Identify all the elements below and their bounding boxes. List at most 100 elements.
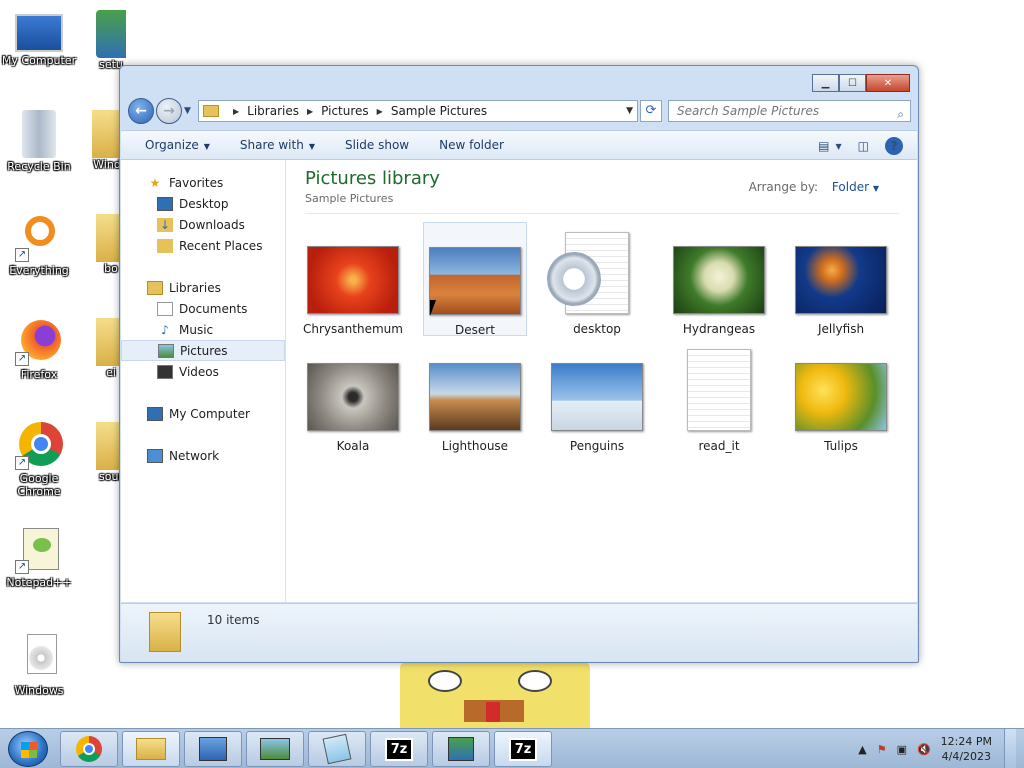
desktop-icon-recycle-bin[interactable]: Recycle Bin: [0, 110, 78, 173]
desktop-icon-firefox[interactable]: ↗ Firefox: [0, 318, 78, 381]
nav-downloads[interactable]: ↓ Downloads: [121, 214, 285, 235]
refresh-button[interactable]: ⟳: [640, 100, 662, 122]
file-item-koala[interactable]: Koala: [301, 339, 405, 453]
content-pane: Pictures library Sample Pictures Arrange…: [287, 160, 917, 602]
shortcut-arrow-icon: ↗: [15, 248, 29, 262]
preview-pane-icon[interactable]: ◫: [858, 139, 869, 153]
taskbar: 7z 7z ▲ ⚑ ▣ 🔇 12:24 PM 4/4/2023: [0, 728, 1024, 768]
breadcrumb-sample-pictures[interactable]: Sample Pictures: [391, 104, 487, 118]
taskbar-photo-viewer[interactable]: [246, 731, 304, 767]
nav-label: Music: [179, 322, 214, 337]
nav-music[interactable]: ♪ Music: [121, 319, 285, 340]
organize-button[interactable]: Organize ▼: [145, 138, 210, 152]
nav-pictures[interactable]: Pictures: [121, 340, 285, 361]
chevron-right-icon[interactable]: ▶: [233, 107, 239, 116]
nav-recent-places[interactable]: Recent Places: [121, 235, 285, 256]
desktop-icon-everything[interactable]: ↗ Everything: [0, 214, 78, 277]
chevron-right-icon[interactable]: ▶: [307, 107, 313, 116]
taskbar-chrome[interactable]: [60, 731, 118, 767]
setup-icon: [448, 737, 474, 761]
volume-muted-icon[interactable]: 🔇: [917, 743, 931, 756]
forward-button[interactable]: →: [156, 98, 182, 124]
library-title: Pictures library: [305, 168, 440, 189]
nav-favorites[interactable]: ★ Favorites: [121, 172, 285, 193]
nav-my-computer[interactable]: My Computer: [121, 403, 285, 424]
network-icon[interactable]: ▣: [897, 743, 907, 756]
chevron-right-icon[interactable]: ▶: [377, 107, 383, 116]
change-view-icon[interactable]: ▤: [818, 139, 829, 153]
action-center-flag-icon[interactable]: ⚑: [877, 743, 887, 756]
taskbar-explorer[interactable]: [122, 731, 180, 767]
file-item-hydrangeas[interactable]: Hydrangeas: [667, 222, 771, 336]
taskbar-7zip-active[interactable]: 7z: [494, 731, 552, 767]
nav-desktop[interactable]: Desktop: [121, 193, 285, 214]
desktop-icon-my-computer[interactable]: My Computer: [0, 10, 78, 67]
nav-documents[interactable]: Documents: [121, 298, 285, 319]
search-box[interactable]: ⌕: [668, 100, 911, 122]
file-item-desert[interactable]: Desert: [423, 222, 527, 337]
desktop-icon-notepad-plus-plus[interactable]: ↗ Notepad++: [0, 526, 78, 589]
taskbar-control-panel[interactable]: [184, 731, 242, 767]
file-item-jellyfish[interactable]: Jellyfish: [789, 222, 893, 336]
penguins-thumbnail: [551, 363, 643, 431]
file-item-tulips[interactable]: Tulips: [789, 339, 893, 453]
desktop-icon-google-chrome[interactable]: ↗ Google Chrome: [0, 422, 78, 498]
folder-icon: [149, 612, 181, 652]
view-options-dropdown-icon[interactable]: ▼: [836, 142, 842, 151]
breadcrumb-libraries[interactable]: Libraries: [247, 104, 299, 118]
address-dropdown-icon[interactable]: ▼: [626, 106, 633, 116]
clock[interactable]: 12:24 PM 4/4/2023: [941, 734, 992, 764]
nav-label: Documents: [179, 301, 248, 316]
file-item-desktop[interactable]: desktop: [545, 222, 649, 336]
close-button[interactable]: ✕: [866, 74, 910, 92]
file-name: Jellyfish: [817, 322, 865, 336]
nav-network[interactable]: Network: [121, 445, 285, 466]
desktop-icon-setup[interactable]: setu: [96, 10, 126, 71]
show-desktop-button[interactable]: [1004, 729, 1016, 768]
desktop-icon: [157, 196, 173, 211]
taskbar-notepad[interactable]: [308, 731, 366, 767]
desktop-icon-label: Google Chrome: [17, 472, 61, 498]
tulips-thumbnail: [795, 363, 887, 431]
file-item-penguins[interactable]: Penguins: [545, 339, 649, 453]
taskbar-setup[interactable]: [432, 731, 490, 767]
chrome-icon: [76, 736, 102, 762]
arrange-by-value: Folder: [831, 180, 870, 194]
nav-videos[interactable]: Videos: [121, 361, 285, 382]
explorer-window[interactable]: ▁ ☐ ✕ ← → ▼ ▶ Libraries ▶ Pictures ▶ Sam…: [119, 65, 919, 663]
everything-icon: ↗: [15, 214, 63, 262]
wallpaper-character-image: [400, 662, 590, 728]
new-folder-button[interactable]: New folder: [439, 138, 504, 152]
file-item-lighthouse[interactable]: Lighthouse: [423, 339, 527, 453]
taskbar-7zip[interactable]: 7z: [370, 731, 428, 767]
nav-libraries[interactable]: Libraries: [121, 277, 285, 298]
breadcrumb-pictures[interactable]: Pictures: [321, 104, 369, 118]
notepad-plus-plus-icon: ↗: [15, 526, 63, 574]
start-button[interactable]: [8, 731, 48, 767]
gear-icon: [547, 252, 601, 306]
file-item-chrysanthemum[interactable]: Chrysanthemum: [301, 222, 405, 336]
search-input[interactable]: [677, 104, 877, 118]
desktop-icon-label: Everything: [9, 264, 69, 277]
file-item-read-it[interactable]: read_it: [667, 339, 771, 453]
help-icon[interactable]: ?: [885, 137, 903, 155]
minimize-button[interactable]: ▁: [812, 74, 839, 92]
maximize-button[interactable]: ☐: [839, 74, 866, 92]
desktop-icon-folder[interactable]: Wind: [92, 110, 122, 171]
share-with-button[interactable]: Share with ▼: [240, 138, 315, 152]
firefox-icon: ↗: [15, 318, 63, 366]
show-hidden-icons-icon[interactable]: ▲: [858, 743, 866, 756]
divider: [305, 213, 899, 214]
desert-thumbnail: [429, 247, 521, 315]
arrange-by-dropdown[interactable]: Folder ▼: [832, 180, 879, 194]
libraries-icon: [147, 280, 163, 295]
nav-label: Downloads: [179, 217, 245, 232]
title-bar[interactable]: ▁ ☐ ✕: [120, 66, 918, 98]
back-button[interactable]: ←: [128, 98, 154, 124]
slide-show-button[interactable]: Slide show: [345, 138, 409, 152]
address-bar[interactable]: ▶ Libraries ▶ Pictures ▶ Sample Pictures…: [198, 100, 638, 122]
search-icon[interactable]: ⌕: [897, 104, 904, 124]
desktop-icon-windows[interactable]: Windows: [0, 634, 78, 697]
recent-pages-dropdown-icon[interactable]: ▼: [184, 106, 191, 116]
nav-label: Desktop: [179, 196, 229, 211]
